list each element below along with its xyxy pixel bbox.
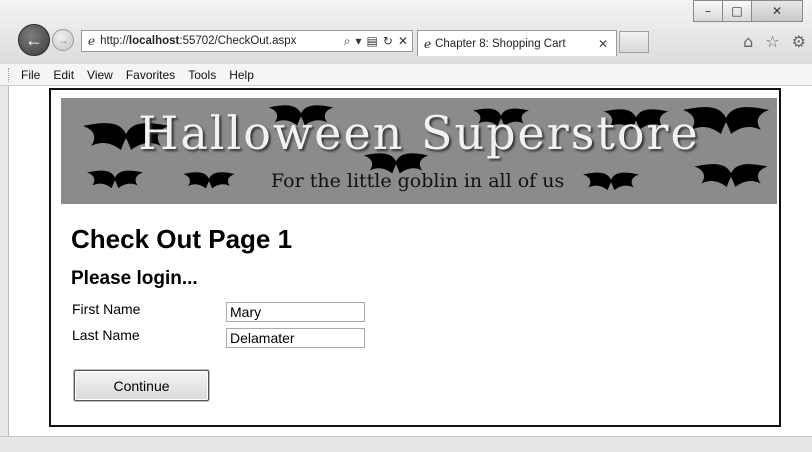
browser-window: – □ ✕ ← → ℯ http://localhost:55702/Check… xyxy=(0,0,812,452)
bat-decoration xyxy=(87,170,143,189)
new-tab-button[interactable] xyxy=(619,31,649,53)
refresh-icon[interactable]: ↻ xyxy=(383,34,393,49)
close-window-button[interactable]: ✕ xyxy=(751,0,803,22)
minimize-button[interactable]: – xyxy=(693,0,723,22)
back-button[interactable]: ← xyxy=(18,24,50,56)
url-prefix: http:// xyxy=(100,35,129,47)
login-heading: Please login... xyxy=(71,268,198,289)
forward-arrow-icon: → xyxy=(57,33,69,47)
back-arrow-icon: ← xyxy=(25,30,43,50)
maximize-button[interactable]: □ xyxy=(722,0,752,22)
menu-item-file[interactable]: File xyxy=(21,68,40,82)
page-frame: Halloween Superstore For the little gobl… xyxy=(49,88,781,427)
url-host: localhost xyxy=(128,35,180,47)
menubar-grip xyxy=(8,67,15,82)
home-icon[interactable]: ⌂ xyxy=(743,32,753,51)
bat-decoration xyxy=(583,172,639,191)
bat-decoration xyxy=(183,172,235,189)
star-icon[interactable]: ☆ xyxy=(765,32,779,51)
bat-decoration xyxy=(694,164,768,187)
page-viewport: Halloween Superstore For the little gobl… xyxy=(8,86,812,436)
status-bar xyxy=(0,436,812,452)
first-name-field[interactable] xyxy=(226,302,365,322)
banner-subtitle: For the little goblin in all of us xyxy=(271,170,565,192)
gear-icon[interactable]: ⚙ xyxy=(792,32,806,51)
menu-item-favorites[interactable]: Favorites xyxy=(126,68,175,82)
url-rest: :55702/CheckOut.aspx xyxy=(179,35,297,47)
minimize-icon: – xyxy=(705,4,711,18)
menu-item-view[interactable]: View xyxy=(87,68,113,82)
menu-item-edit[interactable]: Edit xyxy=(53,68,74,82)
ie-page-icon: ℯ xyxy=(88,34,96,48)
tab-close-icon[interactable]: ✕ xyxy=(598,37,608,51)
last-name-label: Last Name xyxy=(72,327,140,343)
last-name-field[interactable] xyxy=(226,328,365,348)
banner-title: Halloween Superstore xyxy=(138,106,700,160)
site-banner: Halloween Superstore For the little gobl… xyxy=(61,98,777,204)
stop-icon[interactable]: ✕ xyxy=(398,34,408,49)
compat-view-icon[interactable]: ▤ xyxy=(367,34,378,49)
menu-item-tools[interactable]: Tools xyxy=(188,68,216,82)
first-name-label: First Name xyxy=(72,301,141,317)
browser-chrome: – □ ✕ ← → ℯ http://localhost:55702/Check… xyxy=(0,0,812,64)
tab-shopping-cart[interactable]: ℯ Chapter 8: Shopping Cart ✕ xyxy=(417,30,617,56)
ie-tab-icon: ℯ xyxy=(424,36,432,51)
search-icon[interactable]: ⌕ xyxy=(344,34,351,49)
tab-title: Chapter 8: Shopping Cart xyxy=(435,37,566,50)
address-bar[interactable]: ℯ http://localhost:55702/CheckOut.aspx ⌕… xyxy=(81,30,413,52)
maximize-icon: □ xyxy=(731,4,743,18)
close-icon: ✕ xyxy=(771,4,783,18)
page-title: Check Out Page 1 xyxy=(71,224,293,254)
forward-button[interactable]: → xyxy=(52,29,74,51)
continue-button[interactable]: Continue xyxy=(74,370,209,401)
menu-bar: File Edit View Favorites Tools Help xyxy=(0,64,812,86)
menu-item-help[interactable]: Help xyxy=(229,68,254,82)
dropdown-icon[interactable]: ▾ xyxy=(356,34,362,49)
